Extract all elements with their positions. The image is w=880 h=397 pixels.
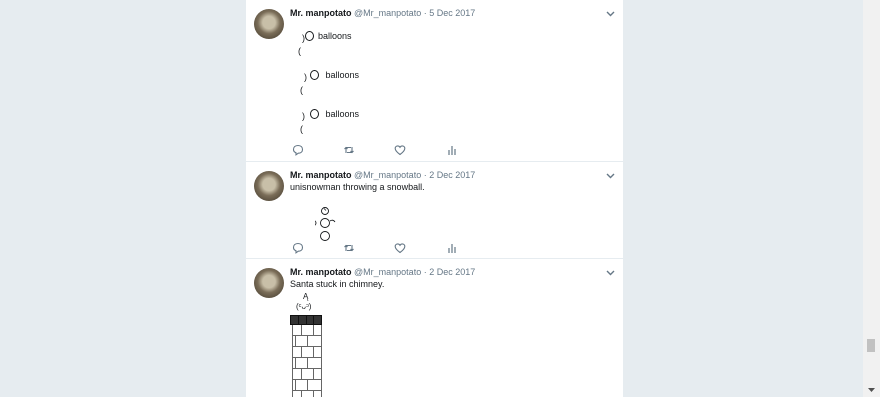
scroll-down-icon[interactable] [867,386,876,394]
separator: · [423,170,427,180]
balloon-icon [305,31,315,41]
avatar[interactable] [254,268,284,298]
tweet-header: Mr. manpotato @Mr_manpotato · 2 Dec 2017 [290,170,475,181]
retweet-icon[interactable] [343,241,355,253]
tweet-text-line: ( [300,124,303,134]
tweet-text-line: unisnowman throwing a snowball. [290,182,425,192]
tweet-actions [290,143,490,156]
page-scrollbar[interactable] [863,0,880,397]
tweet-date[interactable]: 2 Dec 2017 [429,267,475,277]
tweet-actions [290,241,490,254]
separator: · [423,267,427,277]
reply-icon[interactable] [292,143,304,156]
tweet-header: Mr. manpotato @Mr_manpotato · 5 Dec 2017 [290,8,475,19]
tweet[interactable]: Mr. manpotato @Mr_manpotato · 5 Dec 2017… [246,0,623,162]
author-handle[interactable]: @Mr_manpotato [354,8,421,18]
chevron-down-icon[interactable] [605,171,615,181]
tweet[interactable]: Mr. manpotato @Mr_manpotato · 2 Dec 2017… [246,259,623,397]
author-handle[interactable]: @Mr_manpotato [354,170,421,180]
author-name[interactable]: Mr. manpotato [290,170,352,180]
balloon-icon [310,109,320,119]
like-icon[interactable] [394,241,406,254]
reply-icon[interactable] [292,241,304,254]
chimney-bricks [292,325,322,397]
tweet-text-line: ) [304,72,307,82]
author-name[interactable]: Mr. manpotato [290,267,352,277]
author-name[interactable]: Mr. manpotato [290,8,352,18]
tweet-date[interactable]: 5 Dec 2017 [429,8,475,18]
author-handle[interactable]: @Mr_manpotato [354,267,421,277]
tweet-date[interactable]: 2 Dec 2017 [429,170,475,180]
balloon-icon [310,70,320,80]
tweet[interactable]: Mr. manpotato @Mr_manpotato · 2 Dec 2017… [246,162,623,259]
chimney-top [290,315,322,325]
retweet-icon[interactable] [343,143,355,155]
separator: · [423,8,427,18]
tweet-text-line: Santa stuck in chimney. [290,279,385,289]
snowman-icon [310,207,336,241]
chevron-down-icon[interactable] [605,268,615,278]
like-icon[interactable] [394,143,406,156]
avatar[interactable] [254,171,284,201]
tweet-header: Mr. manpotato @Mr_manpotato · 2 Dec 2017 [290,267,475,278]
tweet-text-line: ( [300,85,303,95]
timeline: Mr. manpotato @Mr_manpotato · 5 Dec 2017… [246,0,623,397]
tweet-text-line: ) [302,33,305,43]
tweet-text-line: ( [298,46,301,56]
chevron-down-icon[interactable] [605,9,615,19]
scrollbar-thumb[interactable] [867,339,875,352]
analytics-icon[interactable] [446,143,458,155]
tweet-text-line: (ᶜᴗᵓ) [296,302,312,311]
tweet-text-line: ) [302,111,305,121]
avatar[interactable] [254,9,284,39]
analytics-icon[interactable] [446,241,458,253]
